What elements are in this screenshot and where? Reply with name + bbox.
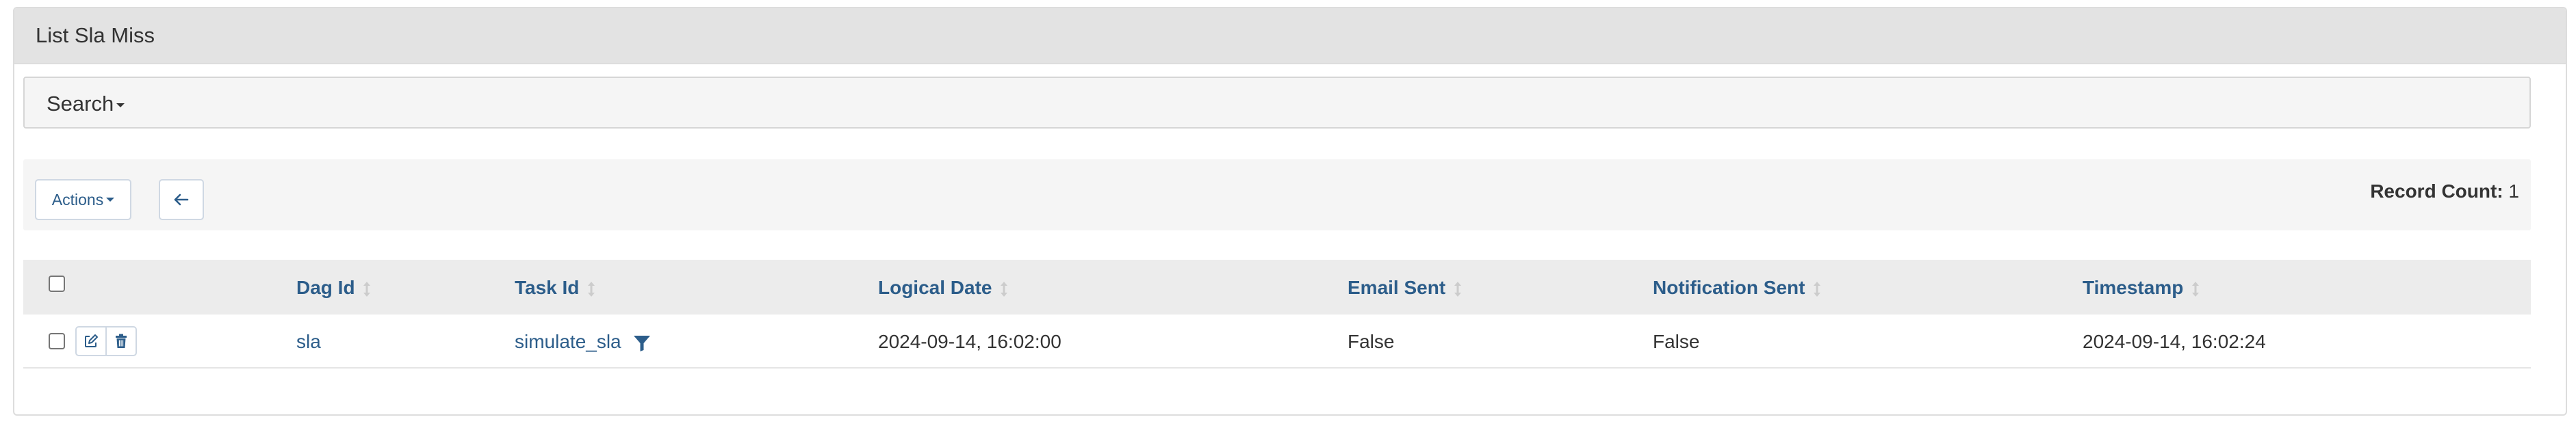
cell-dag-id[interactable]: sla	[296, 331, 321, 353]
sort-icon	[1814, 281, 1821, 297]
column-header-dag-id[interactable]: Dag Id	[296, 277, 371, 299]
sort-icon	[1001, 281, 1008, 297]
arrow-left-icon	[174, 193, 189, 206]
panel-heading: List Sla Miss	[14, 8, 2566, 64]
search-panel: Search	[23, 77, 2531, 129]
cell-email-sent: False	[1348, 331, 1395, 352]
select-all-checkbox[interactable]	[49, 276, 65, 292]
column-header-timestamp[interactable]: Timestamp	[2083, 277, 2200, 299]
edit-record-button[interactable]	[77, 327, 105, 355]
caret-down-icon	[116, 103, 125, 107]
task-id-link[interactable]: simulate_sla	[515, 331, 621, 352]
list-toolbar: Actions Record Count: 1	[23, 159, 2531, 230]
trash-icon	[116, 334, 127, 348]
record-count: Record Count: 1	[2370, 180, 2519, 202]
sort-icon	[363, 281, 371, 297]
cell-logical-date: 2024-09-14, 16:02:00	[878, 331, 1061, 352]
cell-notification-sent: False	[1653, 331, 1700, 352]
row-select-checkbox[interactable]	[49, 333, 65, 349]
column-header-email-sent[interactable]: Email Sent	[1348, 277, 1462, 299]
actions-button[interactable]: Actions	[35, 179, 131, 220]
cell-timestamp: 2024-09-14, 16:02:24	[2083, 331, 2266, 352]
panel-title: List Sla Miss	[36, 23, 155, 47]
table-row: sla simulate_sla 2024-09-14, 16:02:00 Fa…	[23, 315, 2531, 369]
sort-icon	[2192, 281, 2200, 297]
sort-icon	[588, 281, 595, 297]
column-header-task-id[interactable]: Task Id	[515, 277, 595, 299]
actions-label: Actions	[51, 190, 104, 209]
edit-icon	[85, 334, 98, 347]
column-header-logical-date[interactable]: Logical Date	[878, 277, 1008, 299]
delete-record-button[interactable]	[105, 327, 136, 355]
table-header: Dag Id Task Id Logical Date Email Sent N…	[23, 260, 2531, 316]
search-label: Search	[47, 92, 114, 116]
sort-icon	[1454, 281, 1461, 297]
search-toggle[interactable]: Search	[47, 92, 125, 116]
column-header-notification-sent[interactable]: Notification Sent	[1653, 277, 1821, 299]
filter-icon[interactable]	[633, 334, 651, 352]
back-button[interactable]	[159, 179, 204, 220]
cell-task-id: simulate_sla	[515, 331, 651, 353]
record-count-value: 1	[2508, 180, 2519, 202]
row-action-buttons	[75, 326, 137, 356]
caret-down-icon	[106, 198, 115, 202]
record-count-label: Record Count:	[2370, 180, 2503, 202]
